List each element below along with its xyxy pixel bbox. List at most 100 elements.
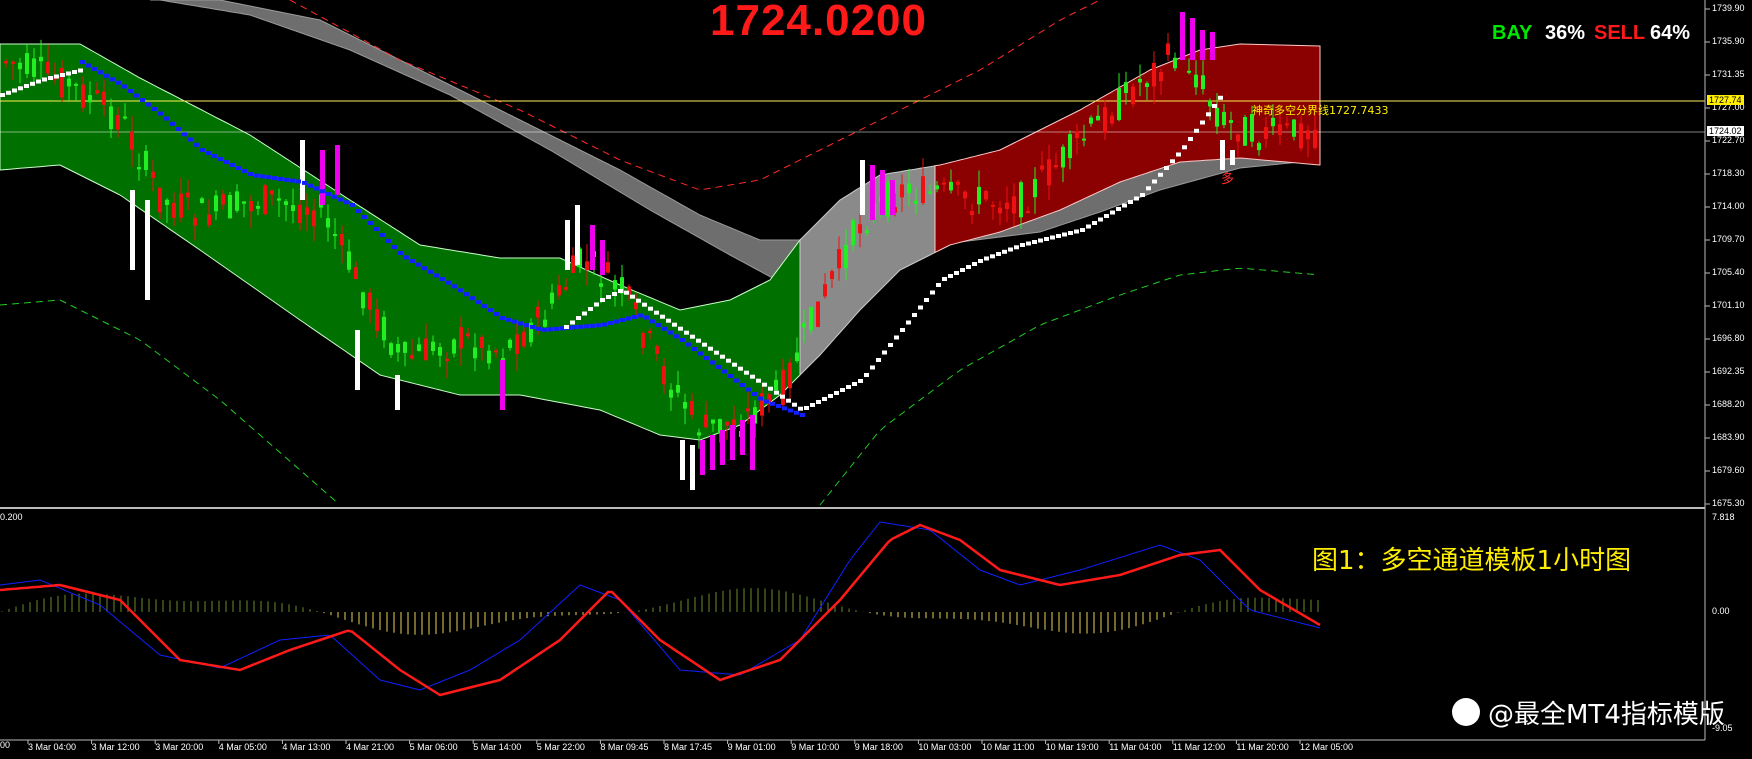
blue-midline-dash (206, 151, 211, 155)
blue-midline-dash (608, 321, 613, 325)
white-midline-dash (960, 268, 965, 272)
white-midline-dash (966, 265, 971, 269)
white-midline-dash (804, 406, 809, 410)
candle-body (921, 176, 925, 203)
candle-body (1005, 202, 1009, 209)
white-midline-dash (846, 385, 851, 389)
blue-midline-dash (308, 183, 313, 188)
white-midline-dash (1170, 159, 1175, 164)
candle-body (1117, 88, 1121, 120)
blue-midline-dash (452, 284, 457, 289)
price-tick-label: 1705.40 (1712, 267, 1745, 277)
candle-body (1026, 211, 1030, 214)
blue-midline-dash (650, 319, 655, 324)
candle-body (494, 350, 498, 353)
blue-midline-dash (704, 356, 709, 360)
white-midline-dash (648, 306, 653, 311)
white-midline-dash (858, 379, 863, 383)
time-tick-label: 5 Mar 22:00 (536, 742, 585, 752)
candle-body (1068, 134, 1072, 159)
white-midline-dash (660, 314, 665, 319)
candle-body (1089, 117, 1093, 124)
candle-body (613, 280, 617, 290)
white-midline-dash (720, 354, 725, 359)
blue-midline-dash (320, 189, 325, 194)
candle-body (1187, 70, 1191, 73)
candle-body (39, 56, 43, 62)
white-midline-dash (1026, 241, 1031, 246)
price-tick-label: 1701.10 (1712, 300, 1745, 310)
candle-body (1278, 124, 1282, 136)
white-midline-dash (1038, 238, 1043, 243)
white-midline-dash (702, 342, 707, 347)
candle-body (760, 393, 764, 416)
price-tick-label: 1722.70 (1712, 135, 1745, 145)
candle-body (1061, 146, 1065, 168)
white-midline-dash (1008, 247, 1013, 252)
candle-body (354, 267, 358, 279)
blue-midline-dash (764, 399, 769, 404)
blue-midline-dash (290, 178, 295, 183)
current-price-display: 1724.0200 (710, 0, 927, 45)
extreme-bar (500, 360, 505, 410)
candle-body (809, 307, 813, 331)
candle-body (207, 214, 211, 226)
white-midline-dash (654, 310, 659, 315)
blue-midline-dash (272, 176, 277, 181)
candle-body (1222, 111, 1226, 126)
time-tick-label: 4 Mar 13:00 (282, 742, 331, 752)
candle-body (1215, 107, 1219, 127)
white-midline-dash (1182, 145, 1187, 150)
candle-body (67, 78, 71, 87)
blue-midline-dash (656, 323, 661, 327)
blue-midline-dash (692, 347, 697, 351)
blue-midline-dash (86, 63, 91, 68)
blue-midline-dash (674, 334, 679, 339)
white-midline-dash (1056, 234, 1061, 238)
trading-chart[interactable] (0, 0, 1752, 759)
white-midline-dash (696, 338, 701, 343)
extreme-bar (320, 150, 325, 205)
candle-body (235, 191, 239, 211)
white-midline-dash (1128, 200, 1133, 204)
time-tick-label: 4 Mar 05:00 (218, 742, 267, 752)
extreme-bar (700, 440, 705, 475)
extreme-bar (690, 445, 695, 490)
candle-body (389, 343, 393, 355)
white-midline-dash (1164, 166, 1169, 170)
candle-body (1124, 82, 1128, 93)
candle-body (284, 201, 288, 205)
candle-body (1075, 131, 1079, 139)
white-midline-dash (882, 350, 887, 355)
time-tick-label: 10 Mar 11:00 (982, 742, 1035, 752)
blue-midline-dash (338, 197, 343, 202)
blue-midline-dash (542, 327, 547, 332)
white-midline-dash (24, 84, 29, 88)
candle-body (690, 400, 694, 415)
blue-midline-dash (140, 98, 145, 102)
white-midline-dash (600, 298, 605, 302)
extreme-bar (870, 165, 875, 220)
white-midline-dash (822, 397, 827, 401)
extreme-bar (740, 420, 745, 455)
white-midline-dash (942, 277, 947, 281)
candle-body (1299, 123, 1303, 149)
time-tick-label: 10 Mar 19:00 (1045, 742, 1099, 752)
blue-midline-dash (776, 404, 781, 408)
blue-midline-dash (518, 321, 523, 326)
blue-midline-dash (572, 325, 577, 330)
blue-midline-dash (242, 169, 247, 173)
white-midline-dash (834, 391, 839, 395)
candle-body (445, 358, 449, 362)
white-midline-dash (582, 311, 587, 316)
blue-midline-dash (488, 308, 493, 313)
white-midline-dash (762, 382, 767, 387)
extreme-bar (395, 375, 400, 410)
time-tick-label: 12 Mar 05:00 (1300, 742, 1354, 752)
price-tick-label: 1688.20 (1712, 399, 1745, 409)
blue-midline-dash (236, 166, 241, 170)
candle-body (347, 251, 351, 270)
blue-midline-dash (770, 401, 775, 406)
candle-body (1110, 115, 1114, 124)
extreme-bar (720, 430, 725, 465)
